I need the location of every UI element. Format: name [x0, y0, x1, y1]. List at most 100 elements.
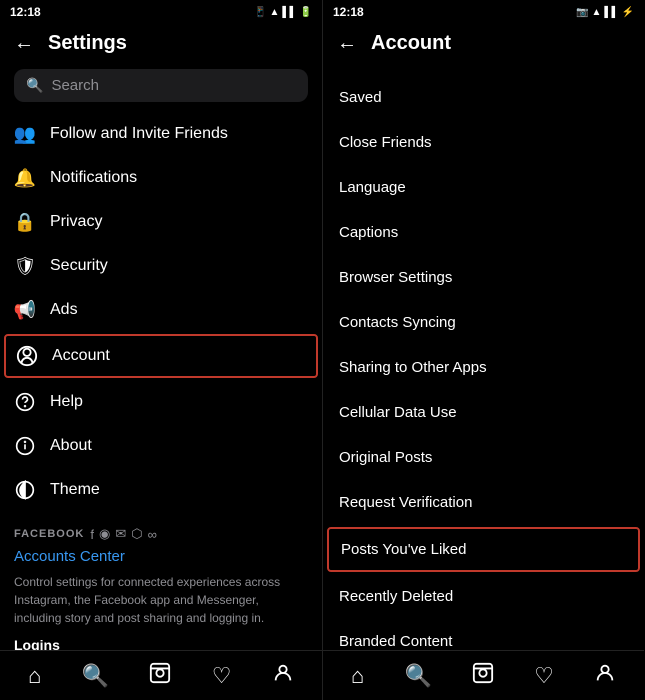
- nav-home-icon-right[interactable]: ⌂: [343, 659, 372, 693]
- cellular-label: Cellular Data Use: [339, 404, 457, 421]
- fb-oculus-icon: ∞: [148, 527, 157, 542]
- battery-status-icon: ⚡: [622, 7, 634, 18]
- right-header: ← Account: [323, 24, 644, 63]
- nav-home-icon[interactable]: ⌂: [20, 659, 49, 693]
- menu-item-account[interactable]: Account: [4, 334, 318, 378]
- nav-search-icon[interactable]: 🔍: [74, 659, 117, 693]
- battery-icon: 🔋: [300, 7, 312, 18]
- privacy-icon: 🔒: [14, 211, 36, 233]
- menu-label-security: Security: [50, 257, 108, 275]
- menu-item-about[interactable]: About: [0, 424, 322, 468]
- menu-item-security[interactable]: 🛡 Security: [0, 244, 322, 288]
- nav-profile-icon-right[interactable]: [586, 658, 624, 694]
- account-icon: [16, 345, 38, 367]
- page-title-right: Account: [371, 32, 451, 55]
- sim-icon: 📱: [254, 7, 266, 18]
- menu-item-follow[interactable]: 👥 Follow and Invite Friends: [0, 112, 322, 156]
- nav-search-icon-right[interactable]: 🔍: [396, 659, 439, 693]
- captions-label: Captions: [339, 224, 398, 241]
- fb-circle-icon: ◉: [99, 526, 110, 542]
- facebook-label: FACEBOOK: [14, 528, 84, 540]
- nav-reels-icon[interactable]: [141, 658, 179, 694]
- menu-item-help[interactable]: Help: [0, 380, 322, 424]
- browser-settings-label: Browser Settings: [339, 269, 452, 286]
- posts-liked-label: Posts You've Liked: [341, 541, 466, 558]
- sharing-label: Sharing to Other Apps: [339, 359, 487, 376]
- status-bar-right: 12:18 📷 ▲ ▌▌ ⚡: [323, 0, 644, 24]
- account-item-language[interactable]: Language: [323, 165, 644, 210]
- menu-label-about: About: [50, 437, 92, 455]
- language-label: Language: [339, 179, 406, 196]
- account-item-cellular[interactable]: Cellular Data Use: [323, 390, 644, 435]
- status-time-right: 12:18: [333, 5, 364, 19]
- status-icons-left: 📱 ▲ ▌▌ 🔋: [254, 7, 312, 18]
- fb-portal-icon: ⬡: [131, 526, 142, 542]
- account-menu-list: Saved Close Friends Language Captions Br…: [323, 71, 644, 650]
- back-button-left[interactable]: ←: [14, 32, 34, 55]
- signal-icon: ▌▌: [282, 7, 296, 18]
- signal-status-icon: ▌▌: [604, 7, 618, 18]
- account-item-recently-deleted[interactable]: Recently Deleted: [323, 574, 644, 619]
- help-icon: [14, 391, 36, 413]
- facebook-icons: f ◉ ✉ ⬡ ∞: [90, 526, 157, 542]
- saved-label: Saved: [339, 89, 382, 106]
- facebook-section: FACEBOOK f ◉ ✉ ⬡ ∞ Accounts Center Contr…: [0, 512, 322, 650]
- menu-label-privacy: Privacy: [50, 213, 102, 231]
- menu-label-help: Help: [50, 393, 83, 411]
- account-item-branded-content[interactable]: Branded Content: [323, 619, 644, 650]
- menu-label-theme: Theme: [50, 481, 100, 499]
- theme-icon: [14, 479, 36, 501]
- account-item-saved[interactable]: Saved: [323, 75, 644, 120]
- about-icon: [14, 435, 36, 457]
- status-time-left: 12:18: [10, 5, 41, 19]
- bottom-nav-left: ⌂ 🔍 ♡: [0, 650, 322, 700]
- menu-item-privacy[interactable]: 🔒 Privacy: [0, 200, 322, 244]
- settings-menu-list: 👥 Follow and Invite Friends 🔔 Notificati…: [0, 112, 322, 650]
- nav-heart-icon-right[interactable]: ♡: [526, 659, 562, 693]
- fb-f-icon: f: [90, 527, 94, 542]
- notifications-icon: 🔔: [14, 167, 36, 189]
- account-item-browser-settings[interactable]: Browser Settings: [323, 255, 644, 300]
- wifi-icon: ▲: [269, 7, 279, 18]
- menu-label-follow: Follow and Invite Friends: [50, 125, 228, 143]
- left-header: ← Settings: [0, 24, 322, 63]
- right-panel: 12:18 📷 ▲ ▌▌ ⚡ ← Account Saved Close Fri…: [322, 0, 644, 700]
- request-verification-label: Request Verification: [339, 494, 472, 511]
- account-item-original-posts[interactable]: Original Posts: [323, 435, 644, 480]
- facebook-header: FACEBOOK f ◉ ✉ ⬡ ∞: [14, 526, 308, 542]
- account-item-close-friends[interactable]: Close Friends: [323, 120, 644, 165]
- facebook-description: Control settings for connected experienc…: [14, 573, 308, 627]
- accounts-center-link[interactable]: Accounts Center: [14, 548, 308, 565]
- back-button-right[interactable]: ←: [337, 32, 357, 55]
- menu-label-notifications: Notifications: [50, 169, 137, 187]
- nav-reels-icon-right[interactable]: [464, 658, 502, 694]
- status-bar-left: 12:18 📱 ▲ ▌▌ 🔋: [0, 0, 322, 24]
- nav-heart-icon[interactable]: ♡: [204, 659, 240, 693]
- menu-item-ads[interactable]: 📢 Ads: [0, 288, 322, 332]
- fb-messenger-icon: ✉: [115, 526, 126, 542]
- search-container: 🔍 Search: [0, 63, 322, 112]
- top-spacer: [323, 63, 644, 71]
- camera-status-icon: 📷: [576, 7, 588, 18]
- close-friends-label: Close Friends: [339, 134, 432, 151]
- left-panel: 12:18 📱 ▲ ▌▌ 🔋 ← Settings 🔍 Search 👥 Fol…: [0, 0, 322, 700]
- status-icons-right: 📷 ▲ ▌▌ ⚡: [576, 7, 634, 18]
- account-item-contacts-syncing[interactable]: Contacts Syncing: [323, 300, 644, 345]
- search-box[interactable]: 🔍 Search: [14, 69, 308, 102]
- menu-item-theme[interactable]: Theme: [0, 468, 322, 512]
- account-item-sharing[interactable]: Sharing to Other Apps: [323, 345, 644, 390]
- account-item-request-verification[interactable]: Request Verification: [323, 480, 644, 525]
- menu-item-notifications[interactable]: 🔔 Notifications: [0, 156, 322, 200]
- nav-profile-icon[interactable]: [264, 658, 302, 694]
- wifi-status-icon: ▲: [591, 7, 601, 18]
- page-title-left: Settings: [48, 32, 127, 55]
- contacts-syncing-label: Contacts Syncing: [339, 314, 456, 331]
- account-item-posts-liked[interactable]: Posts You've Liked: [327, 527, 640, 572]
- security-icon: 🛡: [14, 255, 36, 277]
- account-item-captions[interactable]: Captions: [323, 210, 644, 255]
- follow-icon: 👥: [14, 123, 36, 145]
- search-placeholder: Search: [51, 77, 99, 94]
- logins-label: Logins: [14, 637, 308, 650]
- original-posts-label: Original Posts: [339, 449, 432, 466]
- branded-content-label: Branded Content: [339, 633, 452, 650]
